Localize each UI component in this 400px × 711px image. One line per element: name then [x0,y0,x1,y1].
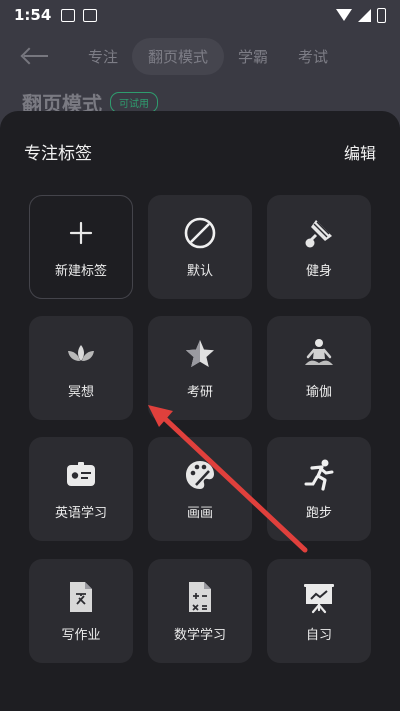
tile-label: 考研 [186,384,213,400]
sheet-header: 专注标签 编辑 [24,139,376,165]
presentation-board-icon [302,580,336,614]
image-notification-icon [61,8,76,22]
app-notification-icon [83,8,98,22]
focus-tags-sheet: 专注标签 编辑 新建标签 默认 健身 冥想 考研 瑜伽 英语学习 画画 跑步 写… [0,111,400,711]
tag-tile-drawing[interactable]: 画画 [148,437,252,541]
document-icon [64,580,98,614]
plus-icon [64,216,98,250]
id-card-icon [64,458,98,492]
new-tag-tile[interactable]: 新建标签 [29,195,133,299]
status-bar: 1:54 [0,0,400,30]
tab-focus[interactable]: 专注 [88,46,118,67]
tile-label: 默认 [186,263,213,279]
wifi-icon [336,9,352,21]
tile-label: 英语学习 [54,505,107,521]
tag-tile-math[interactable]: 数学学习 [148,559,252,663]
tile-label: 数学学习 [173,627,226,643]
tag-tile-exam-prep[interactable]: 考研 [148,316,252,420]
back-arrow-icon[interactable] [24,55,48,57]
tile-label: 健身 [305,263,332,279]
status-time: 1:54 [14,6,52,24]
tag-tile-yoga[interactable]: 瑜伽 [267,316,371,420]
tile-label: 新建标签 [54,263,107,279]
tag-tile-english[interactable]: 英语学习 [29,437,133,541]
runner-icon [302,458,336,492]
signal-icon [358,8,371,22]
palette-icon [183,458,217,492]
lotus-icon [64,337,98,371]
tab-xueba[interactable]: 学霸 [238,46,268,67]
trial-badge: 可试用 [110,92,158,113]
tab-exam[interactable]: 考试 [298,46,328,67]
tile-label: 瑜伽 [305,384,332,400]
calculator-icon [183,580,217,614]
star-icon [183,337,217,371]
tile-label: 画画 [186,505,213,521]
tile-label: 冥想 [67,384,94,400]
battery-icon [377,7,386,23]
edit-button[interactable]: 编辑 [344,140,376,164]
tile-label: 写作业 [61,627,101,643]
yoga-icon [302,337,336,371]
circle-slash-icon [183,216,217,250]
sheet-title: 专注标签 [24,144,92,164]
tile-label: 跑步 [305,505,332,521]
tag-tile-default[interactable]: 默认 [148,195,252,299]
tag-tile-running[interactable]: 跑步 [267,437,371,541]
shuttlecock-icon [302,216,336,250]
tag-tile-homework[interactable]: 写作业 [29,559,133,663]
tag-tile-meditation[interactable]: 冥想 [29,316,133,420]
background-header: 专注 翻页模式 学霸 考试 [0,36,400,76]
tab-page-mode[interactable]: 翻页模式 [132,37,225,75]
tag-tile-self-study[interactable]: 自习 [267,559,371,663]
tile-label: 自习 [305,627,332,643]
tag-tile-fitness[interactable]: 健身 [267,195,371,299]
